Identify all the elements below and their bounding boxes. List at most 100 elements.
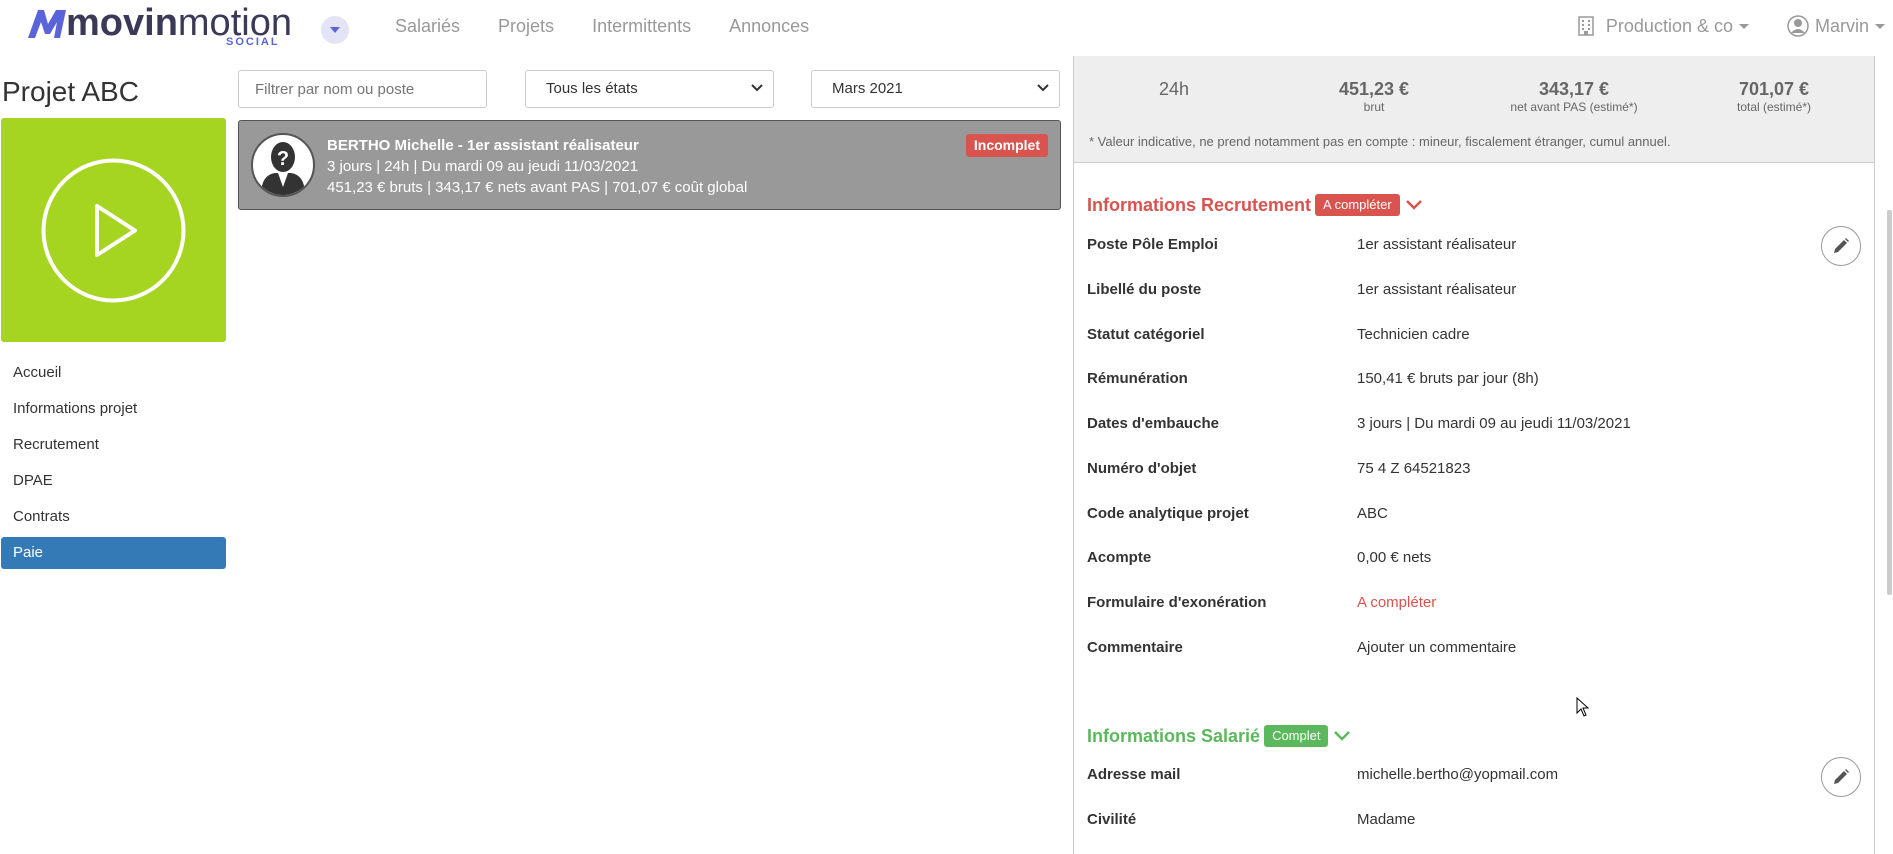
row-label: Civilité <box>1087 811 1137 828</box>
company-name: Production & co <box>1605 15 1733 36</box>
nav-right: Production & co Marvin <box>1578 14 1893 38</box>
info-row: Acompte 0,00 € nets <box>1087 549 1847 573</box>
filter-search-input[interactable] <box>238 70 487 108</box>
row-value: 0,00 € nets <box>1357 549 1432 566</box>
svg-text:?: ? <box>277 148 289 170</box>
menu-accueil[interactable]: Accueil <box>1 357 226 389</box>
nav-intermittents[interactable]: Intermittents <box>592 14 691 38</box>
row-value: Madame <box>1357 811 1416 828</box>
info-row: Rémunération 150,41 € bruts par jour (8h) <box>1087 370 1847 394</box>
brut-value: 451,23 € <box>1338 79 1410 99</box>
info-row: Code analytique projet ABC <box>1087 505 1847 529</box>
chevron-down-icon <box>751 84 763 92</box>
caret-down-icon <box>1875 23 1885 29</box>
employee-card[interactable]: ? BERTHO Michelle - 1er assistant réalis… <box>238 120 1061 210</box>
hours-value: 24h <box>1158 79 1190 99</box>
project-menu: Accueil Informations projet Recrutement … <box>1 357 226 573</box>
info-row: Adresse mail michelle.bertho@yopmail.com <box>1087 766 1847 790</box>
employee-salary: 451,23 € bruts | 343,17 € nets avant PAS… <box>327 179 748 196</box>
caret-down-icon <box>1738 23 1749 29</box>
employee-details: BERTHO Michelle - 1er assistant réalisat… <box>327 135 747 198</box>
row-label: Code analytique projet <box>1087 505 1249 522</box>
menu-contrats[interactable]: Contrats <box>1 501 226 533</box>
row-label: Dates d'embauche <box>1087 415 1219 432</box>
nav-annonces[interactable]: Annonces <box>729 14 809 38</box>
row-label: Commentaire <box>1087 639 1183 656</box>
net-value: 343,17 € <box>1538 79 1610 99</box>
exoneration-link[interactable]: A compléter <box>1357 594 1436 611</box>
row-label: Numéro d'objet <box>1087 460 1197 477</box>
row-label: Libellé du poste <box>1087 281 1202 298</box>
state-select-value: Tous les états <box>546 80 638 97</box>
row-value: 1er assistant réalisateur <box>1357 236 1517 253</box>
project-title: Projet ABC <box>2 76 139 107</box>
user-menu[interactable]: Marvin <box>1787 15 1885 37</box>
project-tile[interactable] <box>1 118 226 342</box>
row-value: 1er assistant réalisateur <box>1357 281 1517 298</box>
employee-schedule: 3 jours | 24h | Du mardi 09 au jeudi 11/… <box>327 158 639 175</box>
summary-hours: 24h <box>1074 78 1274 100</box>
row-value: 150,41 € bruts par jour (8h) <box>1357 370 1539 387</box>
top-navbar: movinmotion SOCIAL Salariés Projets Inte… <box>0 0 1893 54</box>
play-icon <box>41 158 186 303</box>
status-badge: Incomplet <box>965 134 1048 157</box>
section-salarie-title: Informations Salarié <box>1087 725 1261 746</box>
section-salarie-header[interactable]: Informations Salarié Complet <box>1087 725 1351 747</box>
month-select-value: Mars 2021 <box>832 80 903 97</box>
brut-label: brut <box>1363 100 1385 114</box>
payroll-detail-panel: 24h 451,23 € brut 343,17 € net avant PAS… <box>1073 56 1875 854</box>
row-label: Poste Pôle Emploi <box>1087 236 1218 253</box>
row-label: Adresse mail <box>1087 766 1181 783</box>
month-select[interactable]: Mars 2021 <box>811 70 1060 108</box>
row-value: 75 4 Z 64521823 <box>1357 460 1471 477</box>
user-name: Marvin <box>1814 15 1869 36</box>
menu-paie[interactable]: Paie <box>1 537 226 569</box>
status-badge: Complet <box>1264 725 1329 747</box>
scrollbar-thumb[interactable] <box>1887 210 1892 595</box>
user-avatar-icon <box>1787 15 1809 37</box>
status-badge: A compléter <box>1315 194 1400 216</box>
nav-salaries[interactable]: Salariés <box>395 14 460 38</box>
chevron-down-icon <box>1405 200 1422 210</box>
row-label: Acompte <box>1087 549 1152 566</box>
info-row: Libellé du poste 1er assistant réalisateu… <box>1087 281 1847 305</box>
logo-m-icon <box>28 10 66 38</box>
avatar: ? <box>251 133 315 197</box>
unknown-person-icon: ? <box>261 142 305 195</box>
logo-subtitle: SOCIAL <box>226 36 280 48</box>
chevron-down-icon <box>330 27 340 33</box>
chevron-down-icon <box>1334 731 1351 741</box>
mouse-cursor-icon <box>1576 697 1590 717</box>
salary-summary: 24h 451,23 € brut 343,17 € net avant PAS… <box>1074 56 1874 163</box>
company-dropdown[interactable]: Production & co <box>1578 16 1749 37</box>
info-row: Commentaire Ajouter un commentaire <box>1087 639 1847 663</box>
chevron-down-icon <box>1037 84 1049 92</box>
summary-note: * Valeur indicative, ne prend notamment … <box>1089 134 1671 149</box>
total-value: 701,07 € <box>1738 79 1810 99</box>
row-value: Technicien cadre <box>1357 326 1470 343</box>
info-row: Statut catégoriel Technicien cadre <box>1087 326 1847 350</box>
summary-total: 701,07 € total (estimé*) <box>1674 78 1874 114</box>
total-label: total (estimé*) <box>1736 100 1812 114</box>
state-select[interactable]: Tous les états <box>525 70 774 108</box>
section-recrutement-header[interactable]: Informations Recrutement A compléter <box>1087 194 1422 216</box>
nav-projets[interactable]: Projets <box>498 14 554 38</box>
main-nav: Salariés Projets Intermittents Annonces <box>395 14 847 38</box>
movinmotion-logo[interactable]: movinmotion SOCIAL <box>26 2 292 50</box>
menu-recrutement[interactable]: Recrutement <box>1 429 226 461</box>
summary-brut: 451,23 € brut <box>1274 78 1474 114</box>
building-icon <box>1578 16 1594 36</box>
add-comment-link[interactable]: Ajouter un commentaire <box>1357 639 1516 656</box>
section-recrutement-title: Informations Recrutement <box>1087 194 1312 215</box>
row-label: Formulaire d'exonération <box>1087 594 1267 611</box>
app-switcher-toggle[interactable] <box>321 16 349 44</box>
info-row: Dates d'embauche 3 jours | Du mardi 09 au… <box>1087 415 1847 439</box>
info-row: Poste Pôle Emploi 1er assistant réalisate… <box>1087 236 1847 260</box>
menu-informations-projet[interactable]: Informations projet <box>1 393 226 425</box>
row-value: ABC <box>1357 505 1388 522</box>
menu-dpae[interactable]: DPAE <box>1 465 226 497</box>
summary-net: 343,17 € net avant PAS (estimé*) <box>1474 78 1674 114</box>
row-value: 3 jours | Du mardi 09 au jeudi 11/03/202… <box>1357 415 1631 432</box>
row-label: Statut catégoriel <box>1087 326 1205 343</box>
net-label: net avant PAS (estimé*) <box>1510 100 1638 114</box>
